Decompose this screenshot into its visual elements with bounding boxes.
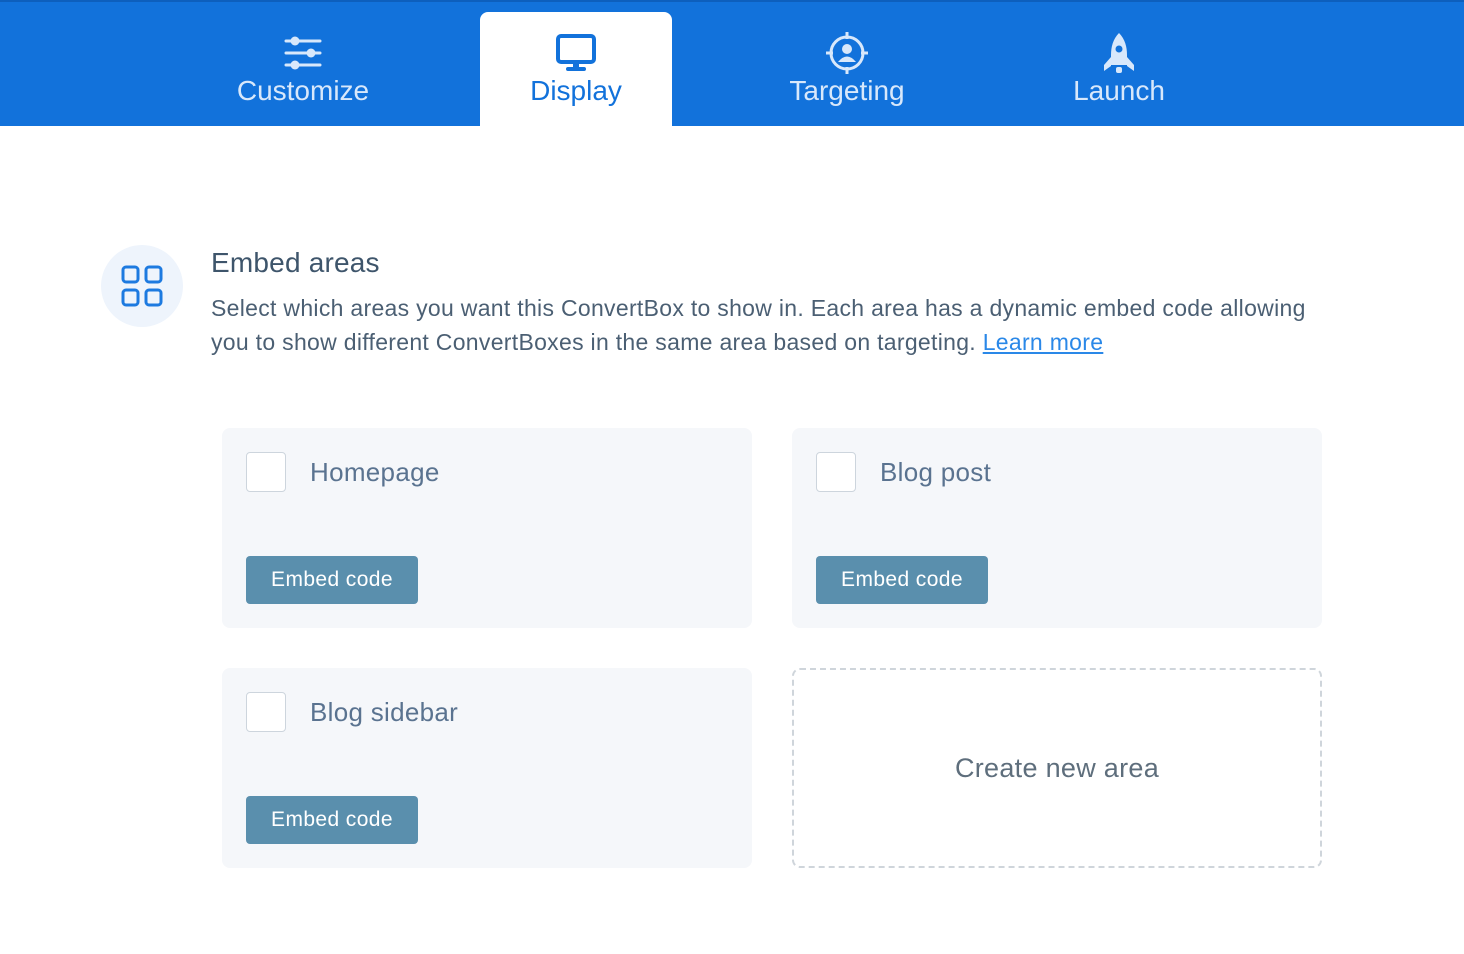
section-description: Select which areas you want this Convert… xyxy=(211,291,1331,359)
area-title-blog-sidebar: Blog sidebar xyxy=(310,697,459,727)
area-card-homepage: Homepage Embed code xyxy=(222,428,752,628)
tab-launch[interactable]: Launch xyxy=(1023,12,1215,128)
area-title-homepage: Homepage xyxy=(310,457,440,487)
grid-icon xyxy=(101,245,183,327)
create-new-area-label: Create new area xyxy=(954,752,1160,783)
create-new-area-button[interactable]: Create new area xyxy=(792,668,1322,868)
section-title: Embed areas xyxy=(211,247,380,278)
tab-customize[interactable]: Customize xyxy=(207,12,399,128)
tab-launch-label: Launch xyxy=(1073,75,1165,106)
tab-display-label: Display xyxy=(530,75,622,106)
embed-code-button-homepage[interactable]: Embed code xyxy=(246,556,418,604)
area-checkbox-blog-post[interactable] xyxy=(816,452,856,492)
embed-code-button-blog-sidebar[interactable]: Embed code xyxy=(246,796,418,844)
section-description-text: Select which areas you want this Convert… xyxy=(211,295,1306,355)
learn-more-link[interactable]: Learn more xyxy=(983,329,1104,355)
monitor-icon xyxy=(555,32,597,74)
tab-targeting[interactable]: Targeting xyxy=(751,12,943,128)
area-card-blog-sidebar: Blog sidebar Embed code xyxy=(222,668,752,868)
area-checkbox-blog-sidebar[interactable] xyxy=(246,692,286,732)
tab-targeting-label: Targeting xyxy=(789,75,905,106)
tab-customize-label: Customize xyxy=(236,75,370,106)
tab-display[interactable]: Display xyxy=(480,12,672,128)
sliders-icon xyxy=(283,32,323,74)
area-checkbox-homepage[interactable] xyxy=(246,452,286,492)
target-user-icon xyxy=(825,32,869,74)
area-card-blog-post: Blog post Embed code xyxy=(792,428,1322,628)
embed-code-button-blog-post[interactable]: Embed code xyxy=(816,556,988,604)
area-title-blog-post: Blog post xyxy=(880,457,992,487)
top-tab-bar: Customize Display Targeting Launch xyxy=(0,0,1464,128)
rocket-icon xyxy=(1101,32,1137,74)
